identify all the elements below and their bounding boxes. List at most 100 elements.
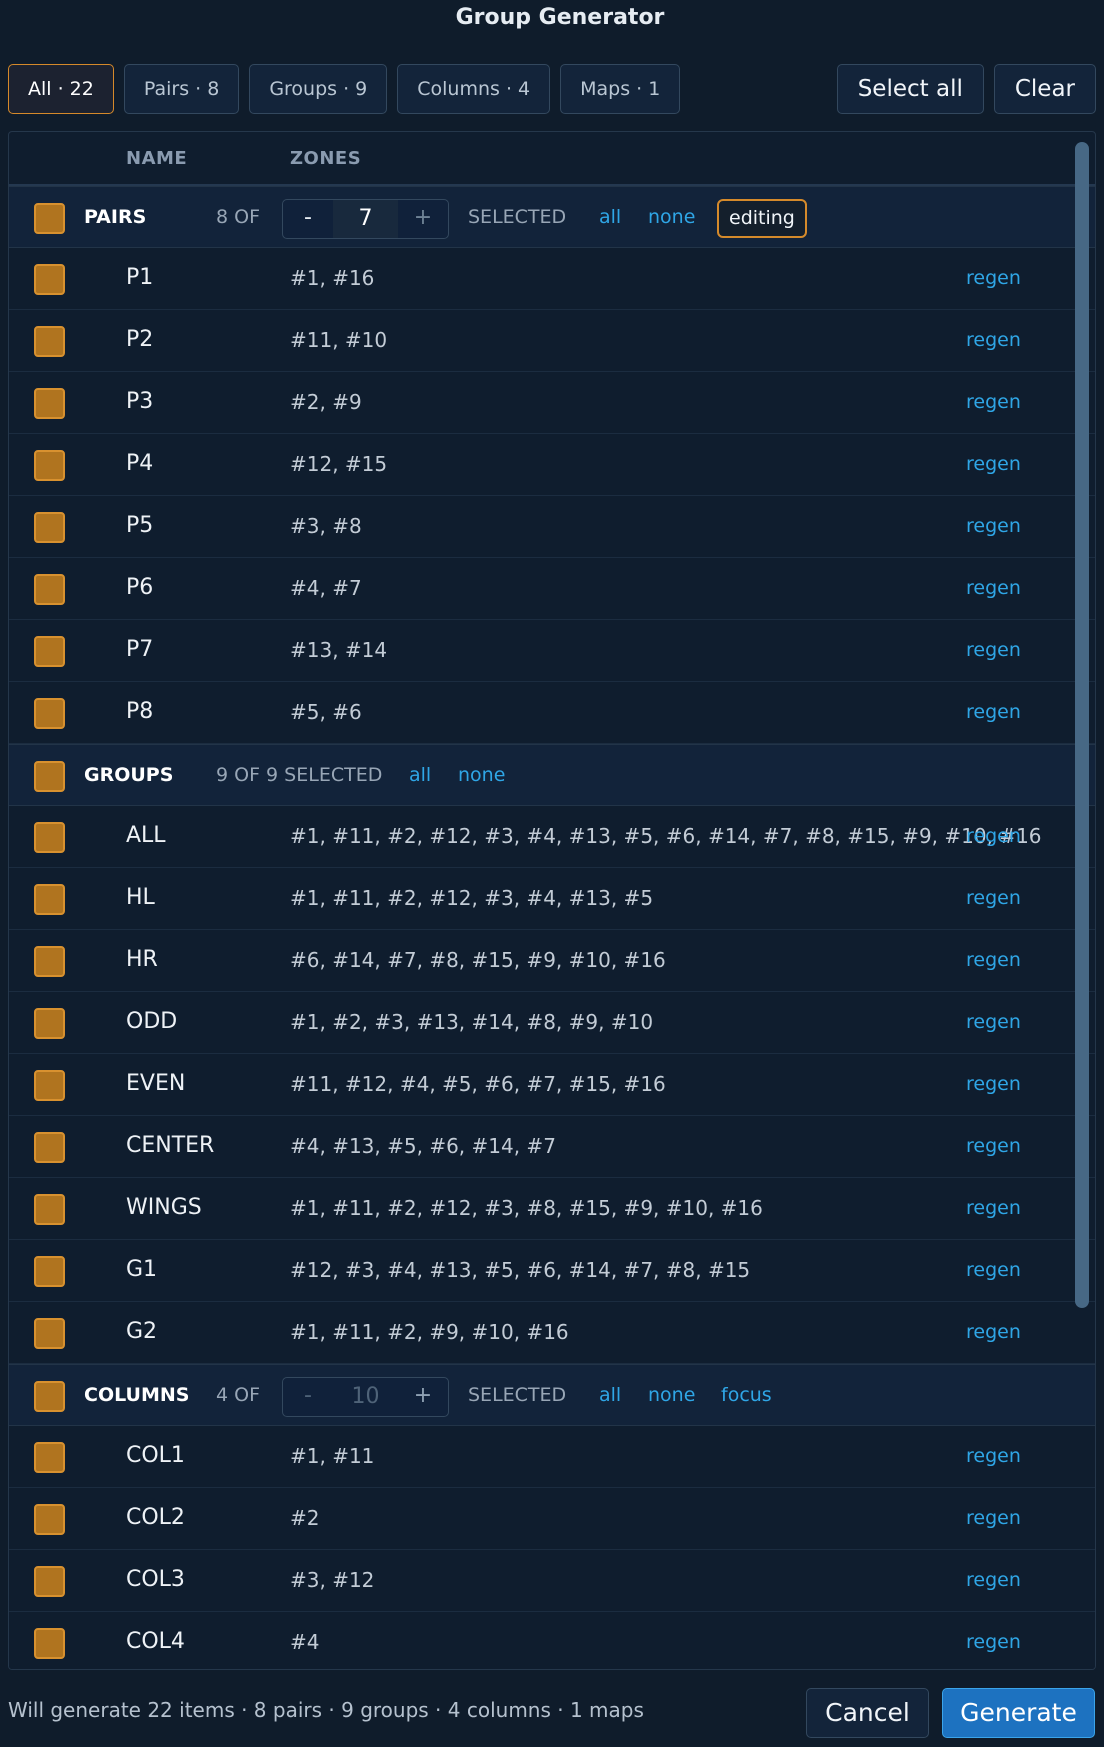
item-zones: #1, #11, #2, #12, #3, #4, #13, #5: [290, 886, 654, 910]
regen-link[interactable]: regen: [966, 1135, 1021, 1157]
pairs-count-stepper: - 7 +: [282, 199, 449, 239]
row-checkbox[interactable]: [34, 450, 65, 481]
item-zones: #1, #11, #2, #9, #10, #16: [290, 1320, 569, 1344]
tab-columns[interactable]: Columns · 4: [397, 64, 551, 114]
row-checkbox[interactable]: [34, 698, 65, 729]
section-checkbox-groups[interactable]: [34, 761, 65, 792]
table-row: P2 #11, #10 regen: [9, 310, 1095, 372]
regen-link[interactable]: regen: [966, 1011, 1021, 1033]
select-none-link[interactable]: none: [458, 764, 505, 786]
regen-link[interactable]: regen: [966, 825, 1021, 847]
row-checkbox[interactable]: [34, 388, 65, 419]
section-checkbox-columns[interactable]: [34, 1381, 65, 1412]
increment-button[interactable]: +: [398, 200, 448, 238]
regen-link[interactable]: regen: [966, 887, 1021, 909]
stepper-value[interactable]: 10: [333, 1378, 398, 1416]
regen-link[interactable]: regen: [966, 267, 1021, 289]
regen-link[interactable]: regen: [966, 639, 1021, 661]
tab-maps[interactable]: Maps · 1: [560, 64, 681, 114]
row-checkbox[interactable]: [34, 1070, 65, 1101]
column-header-zones: ZONES: [290, 148, 362, 169]
regen-link[interactable]: regen: [966, 1507, 1021, 1529]
row-checkbox[interactable]: [34, 326, 65, 357]
row-checkbox[interactable]: [34, 636, 65, 667]
regen-link[interactable]: regen: [966, 949, 1021, 971]
row-checkbox[interactable]: [34, 822, 65, 853]
regen-link[interactable]: regen: [966, 701, 1021, 723]
item-name: HL: [126, 885, 155, 910]
generate-button[interactable]: Generate: [942, 1688, 1095, 1738]
row-checkbox[interactable]: [34, 574, 65, 605]
table-row: COL4 #4 regen: [9, 1612, 1095, 1669]
item-name: P7: [126, 637, 154, 662]
increment-button[interactable]: +: [398, 1378, 448, 1416]
table-row: P3 #2, #9 regen: [9, 372, 1095, 434]
regen-link[interactable]: regen: [966, 453, 1021, 475]
row-checkbox[interactable]: [34, 1442, 65, 1473]
row-checkbox[interactable]: [34, 1566, 65, 1597]
item-name: P6: [126, 575, 154, 600]
item-name: G2: [126, 1319, 158, 1344]
item-zones: #4, #13, #5, #6, #14, #7: [290, 1134, 556, 1158]
regen-link[interactable]: regen: [966, 1259, 1021, 1281]
regen-link[interactable]: regen: [966, 1073, 1021, 1095]
item-zones: #1, #11, #2, #12, #3, #4, #13, #5, #6, #…: [290, 824, 1042, 848]
row-checkbox[interactable]: [34, 1256, 65, 1287]
row-checkbox[interactable]: [34, 264, 65, 295]
selected-label: SELECTED: [468, 206, 567, 228]
item-name: G1: [126, 1257, 158, 1282]
select-all-link[interactable]: all: [409, 764, 431, 786]
select-none-link[interactable]: none: [648, 1384, 695, 1406]
item-zones: #4: [290, 1630, 320, 1654]
tab-all[interactable]: All · 22: [8, 64, 114, 114]
row-checkbox[interactable]: [34, 1008, 65, 1039]
row-checkbox[interactable]: [34, 1318, 65, 1349]
table-row: EVEN #11, #12, #4, #5, #6, #7, #15, #16 re…: [9, 1054, 1095, 1116]
cancel-button[interactable]: Cancel: [806, 1688, 929, 1738]
section-checkbox-pairs[interactable]: [34, 203, 65, 234]
decrement-button[interactable]: -: [283, 200, 333, 238]
regen-link[interactable]: regen: [966, 1631, 1021, 1653]
stepper-value[interactable]: 7: [333, 200, 398, 238]
item-name: HR: [126, 947, 158, 972]
editing-badge[interactable]: editing: [717, 199, 807, 238]
row-checkbox[interactable]: [34, 1132, 65, 1163]
table-row: ALL #1, #11, #2, #12, #3, #4, #13, #5, #6…: [9, 806, 1095, 868]
regen-link[interactable]: regen: [966, 1321, 1021, 1343]
items-table: NAME ZONES PAIRS 8 OF - 7 + SELECTED all…: [8, 131, 1096, 1670]
tab-pairs[interactable]: Pairs · 8: [123, 64, 240, 114]
row-checkbox[interactable]: [34, 1504, 65, 1535]
row-checkbox[interactable]: [34, 1628, 65, 1659]
regen-link[interactable]: regen: [966, 515, 1021, 537]
tab-groups[interactable]: Groups · 9: [249, 64, 388, 114]
regen-link[interactable]: regen: [966, 329, 1021, 351]
decrement-button[interactable]: -: [283, 1378, 333, 1416]
item-zones: #3, #12: [290, 1568, 375, 1592]
focus-link[interactable]: focus: [721, 1384, 772, 1406]
regen-link[interactable]: regen: [966, 1445, 1021, 1467]
select-all-button[interactable]: Select all: [836, 64, 984, 114]
row-checkbox[interactable]: [34, 1194, 65, 1225]
scrollbar-thumb[interactable]: [1075, 142, 1089, 1308]
item-zones: #1, #11, #2, #12, #3, #8, #15, #9, #10, …: [290, 1196, 763, 1220]
table-row: HL #1, #11, #2, #12, #3, #4, #13, #5 regen: [9, 868, 1095, 930]
groups-list: ALL #1, #11, #2, #12, #3, #4, #13, #5, #6…: [9, 806, 1095, 1364]
regen-link[interactable]: regen: [966, 1197, 1021, 1219]
item-name: WINGS: [126, 1195, 202, 1220]
item-zones: #1, #11: [290, 1444, 375, 1468]
item-name: P3: [126, 389, 154, 414]
select-all-link[interactable]: all: [599, 206, 621, 228]
regen-link[interactable]: regen: [966, 577, 1021, 599]
clear-button[interactable]: Clear: [993, 64, 1096, 114]
row-checkbox[interactable]: [34, 884, 65, 915]
table-row: CENTER #4, #13, #5, #6, #14, #7 regen: [9, 1116, 1095, 1178]
item-name: P8: [126, 699, 154, 724]
table-row: P6 #4, #7 regen: [9, 558, 1095, 620]
regen-link[interactable]: regen: [966, 1569, 1021, 1591]
row-checkbox[interactable]: [34, 512, 65, 543]
row-checkbox[interactable]: [34, 946, 65, 977]
regen-link[interactable]: regen: [966, 391, 1021, 413]
select-none-link[interactable]: none: [648, 206, 695, 228]
item-zones: #13, #14: [290, 638, 388, 662]
select-all-link[interactable]: all: [599, 1384, 621, 1406]
